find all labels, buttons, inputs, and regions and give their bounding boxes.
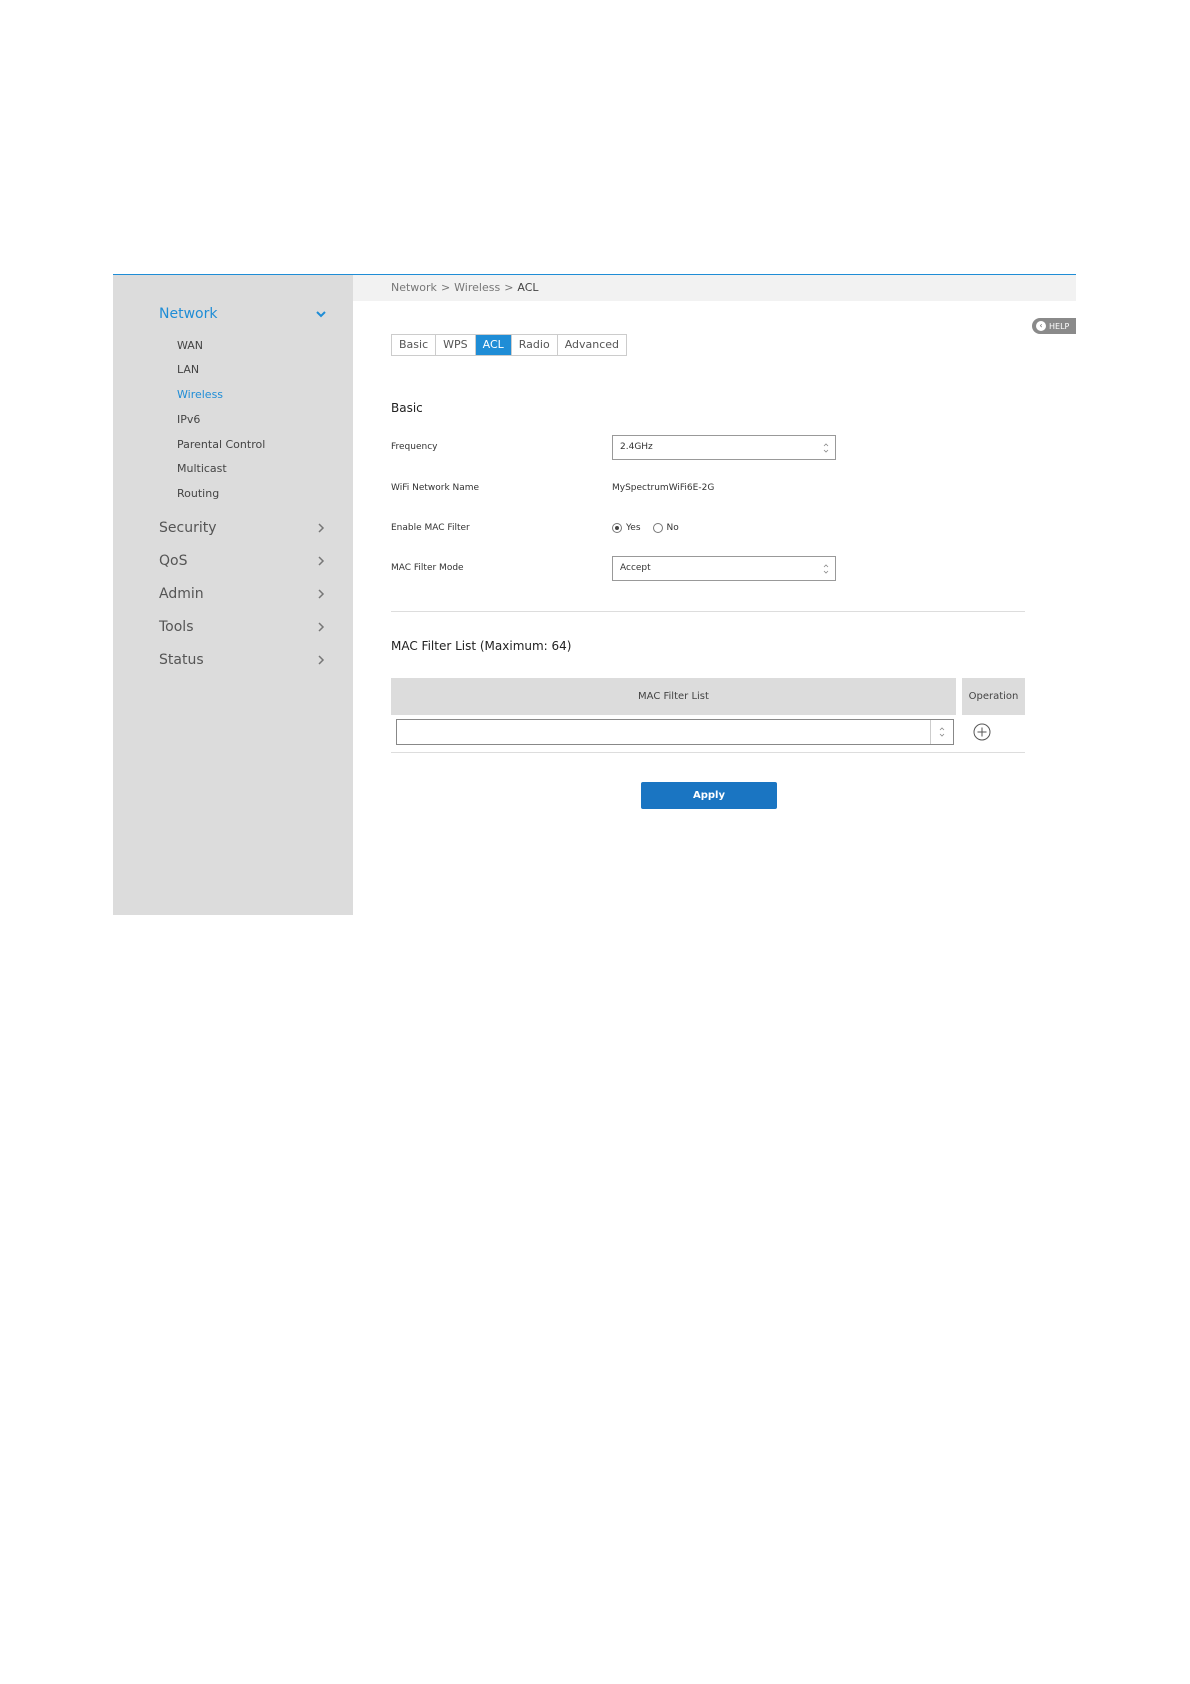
select-arrows-icon <box>823 443 829 453</box>
mac-input-spinner[interactable] <box>930 720 953 744</box>
tab-wps[interactable]: WPS <box>436 335 476 355</box>
chevron-right-icon <box>318 589 325 599</box>
breadcrumb-separator: > <box>504 281 514 294</box>
tab-acl[interactable]: ACL <box>475 335 512 355</box>
tab-basic[interactable]: Basic <box>392 335 437 355</box>
sidebar-item-qos[interactable]: QoS <box>159 549 327 573</box>
column-header-mac-list: MAC Filter List <box>391 678 956 715</box>
frequency-label: Frequency <box>391 442 438 452</box>
frequency-select[interactable]: 2.4GHz <box>612 435 836 460</box>
sidebar-item-label: Network <box>159 306 218 322</box>
wifi-name-value: MySpectrumWiFi6E-2G <box>612 483 715 493</box>
sidebar-item-label: Security <box>159 520 217 536</box>
mac-filter-no-radio[interactable] <box>652 523 663 533</box>
tab-bar: Basic WPS ACL Radio Advanced <box>391 334 628 356</box>
sidebar-subitem-lan[interactable]: LAN <box>177 362 199 378</box>
breadcrumb-current: ACL <box>517 281 539 294</box>
sidebar-item-label: Admin <box>159 586 204 602</box>
sidebar-item-security[interactable]: Security <box>159 516 327 540</box>
sidebar-subitem-ipv6[interactable]: IPv6 <box>177 412 200 428</box>
apply-button[interactable]: Apply <box>641 782 777 809</box>
chevron-right-icon <box>318 556 325 566</box>
sidebar-item-label: Status <box>159 652 204 668</box>
help-label: HELP <box>1049 321 1070 331</box>
sidebar-subitem-wireless[interactable]: Wireless <box>177 387 223 403</box>
mac-filter-yes-radio[interactable] <box>612 523 622 533</box>
add-circle-icon[interactable] <box>973 723 991 741</box>
sidebar-item-status[interactable]: Status <box>159 648 327 672</box>
sidebar-item-admin[interactable]: Admin <box>159 582 327 606</box>
sidebar: Network WAN LAN Wireless IPv6 Parental C… <box>113 275 353 915</box>
breadcrumb-separator: > <box>440 281 451 294</box>
sidebar-subitem-parental-control[interactable]: Parental Control <box>177 437 265 453</box>
frequency-value: 2.4GHz <box>620 442 653 452</box>
help-button[interactable]: ‹ HELP <box>1032 318 1076 334</box>
mac-filter-enable-label: Enable MAC Filter <box>391 523 470 533</box>
breadcrumb: Network > Wireless > ACL <box>353 275 1076 301</box>
router-admin-frame: Network WAN LAN Wireless IPv6 Parental C… <box>113 274 1076 916</box>
back-arrow-icon: ‹ <box>1036 321 1046 331</box>
section-divider <box>391 611 1025 612</box>
tab-advanced[interactable]: Advanced <box>557 335 627 355</box>
sidebar-subitem-routing[interactable]: Routing <box>177 486 219 502</box>
wifi-name-label: WiFi Network Name <box>391 483 480 493</box>
main-content: Network > Wireless > ACL ‹ HELP Basic WPS AC… <box>353 275 1076 915</box>
sidebar-item-label: QoS <box>159 553 188 569</box>
sidebar-item-tools[interactable]: Tools <box>159 615 327 639</box>
mac-table-header: MAC Filter List Operation <box>391 678 1025 715</box>
chevron-down-icon <box>316 311 326 318</box>
table-bottom-divider <box>391 752 1025 753</box>
select-arrows-icon <box>939 727 945 737</box>
sidebar-subitem-multicast[interactable]: Multicast <box>177 461 227 477</box>
sidebar-item-network[interactable]: Network <box>159 302 327 326</box>
breadcrumb-network[interactable]: Network <box>391 281 437 294</box>
sidebar-item-label: Tools <box>159 619 194 635</box>
chevron-right-icon <box>318 523 325 533</box>
chevron-right-icon <box>318 655 325 665</box>
select-arrows-icon <box>823 564 829 574</box>
basic-section-title: Basic <box>391 401 423 415</box>
mac-filter-yes-label: Yes <box>626 523 641 533</box>
mac-filter-mode-select[interactable]: Accept <box>612 556 836 581</box>
sidebar-subitem-wan[interactable]: WAN <box>177 338 203 354</box>
mac-filter-mode-value: Accept <box>620 563 651 573</box>
mac-filter-mode-label: MAC Filter Mode <box>391 563 464 573</box>
chevron-right-icon <box>318 622 325 632</box>
mac-address-input[interactable] <box>396 719 954 745</box>
tab-radio[interactable]: Radio <box>511 335 558 355</box>
mac-list-title: MAC Filter List (Maximum: 64) <box>391 639 572 653</box>
breadcrumb-wireless[interactable]: Wireless <box>454 281 500 294</box>
mac-filter-radio-group: Yes No <box>612 523 691 533</box>
mac-filter-no-label: No <box>666 523 679 533</box>
column-header-operation: Operation <box>962 678 1025 715</box>
